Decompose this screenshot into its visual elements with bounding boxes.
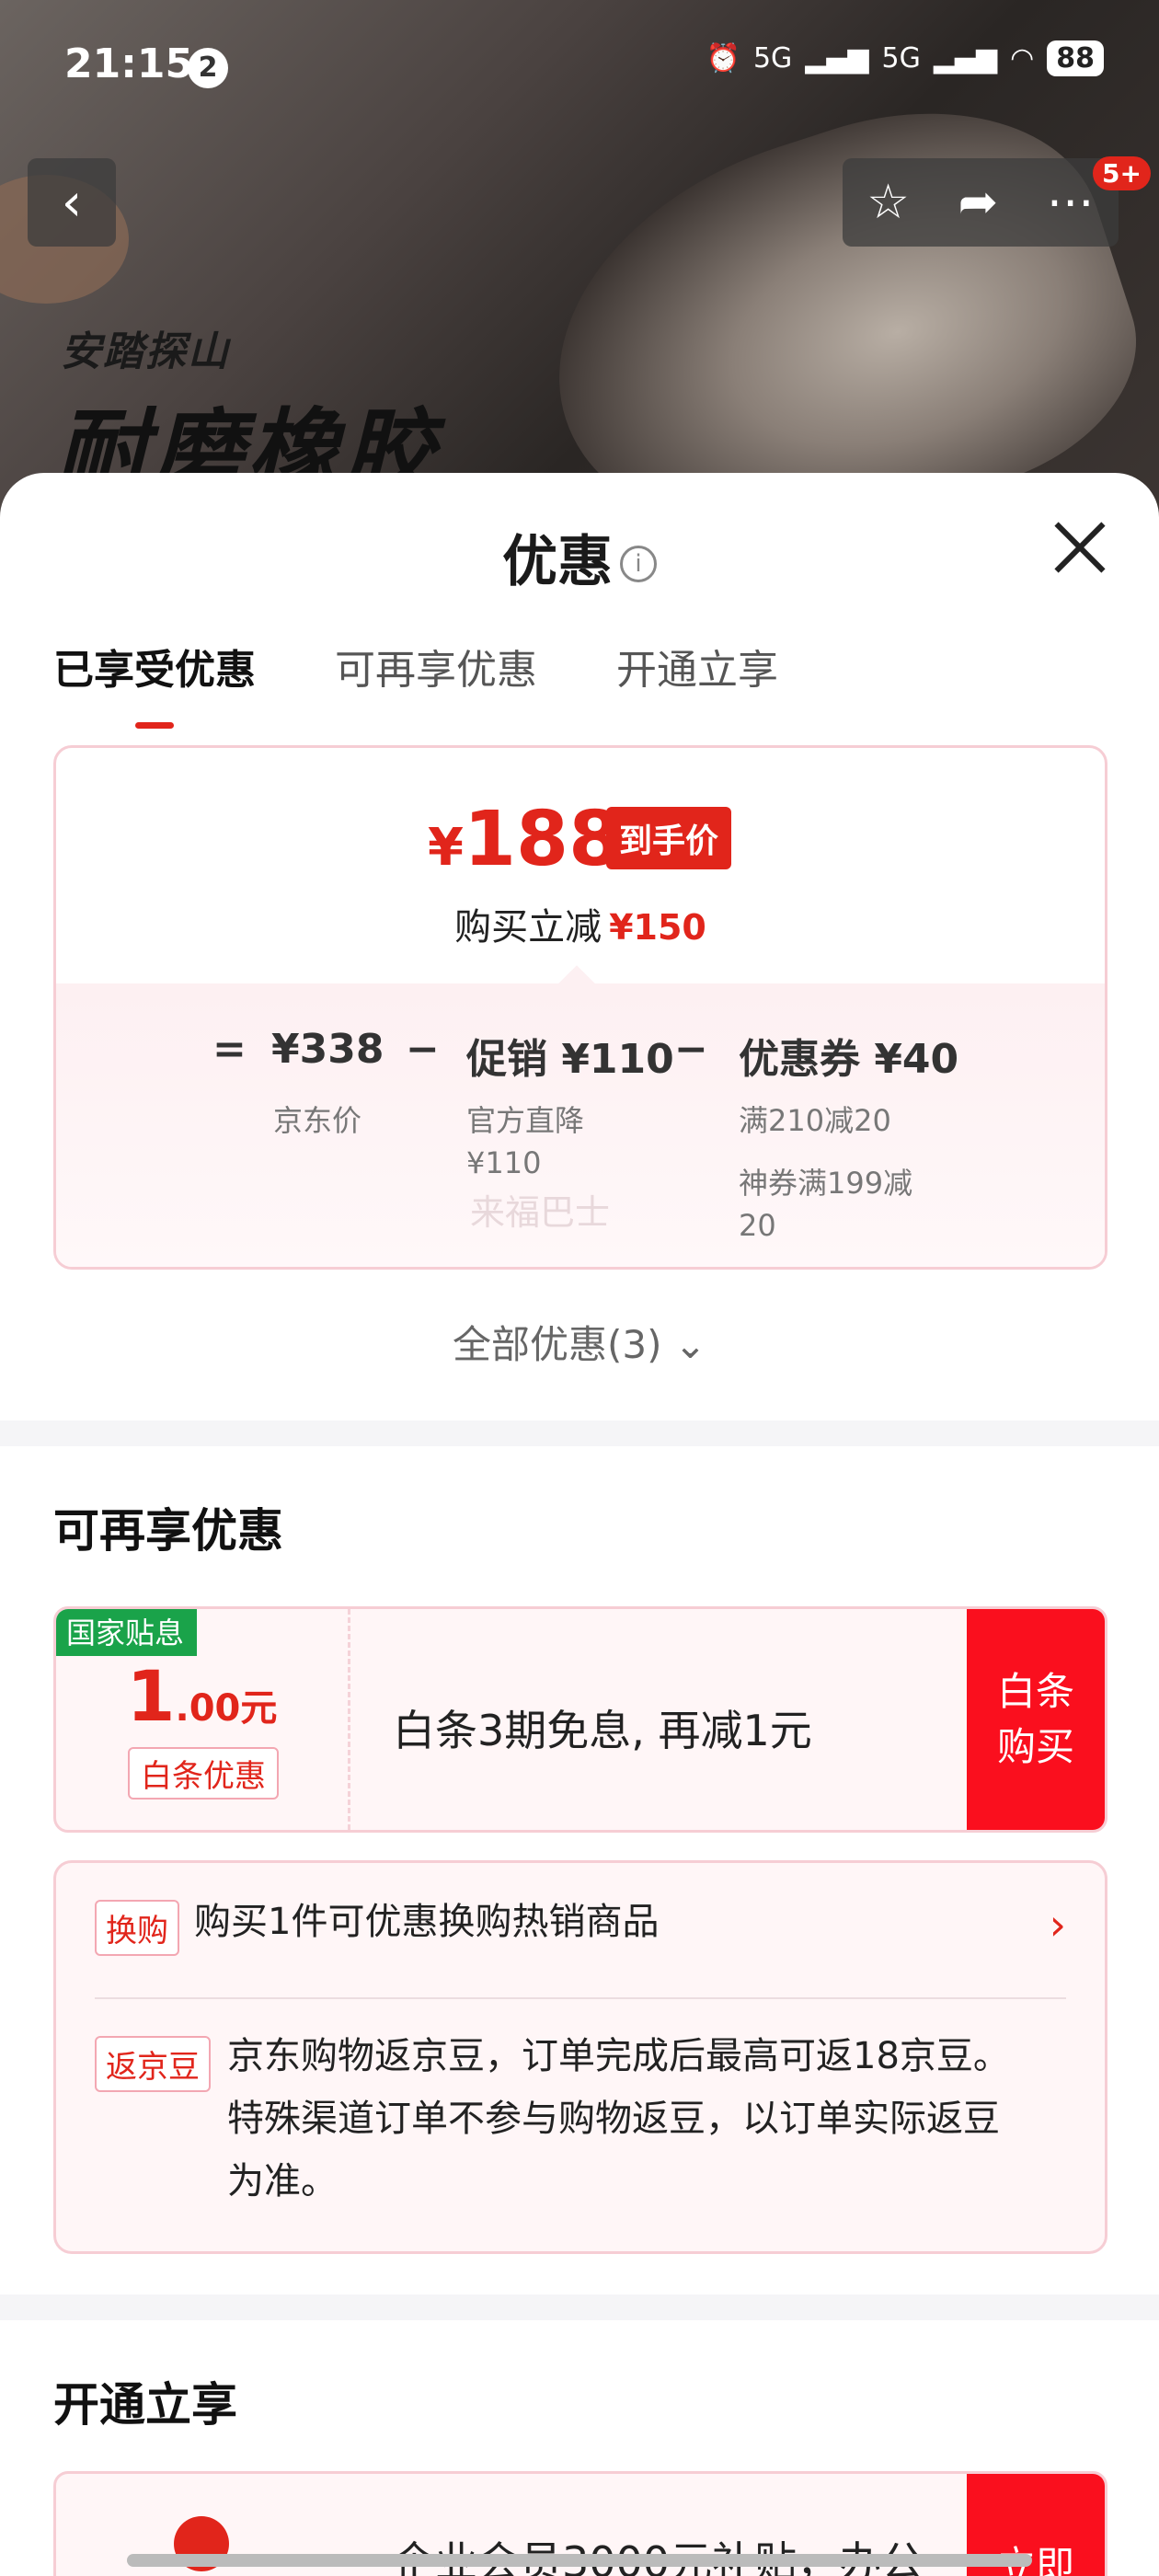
- coupon-amount-small: .00元: [175, 1687, 278, 1730]
- more-badge: 5+: [1093, 156, 1151, 190]
- sheet-title-text: 优惠: [502, 530, 613, 594]
- promo-value: 促销 ¥110: [466, 1036, 674, 1083]
- favorite-star-icon[interactable]: ☆: [866, 175, 910, 230]
- section-divider: [0, 1420, 1159, 1446]
- signal-5g-label-2: 5G: [881, 42, 921, 75]
- offers-sheet: 优惠 i 已享受优惠 可再享优惠 开通立享 ¥188 到手价 购买立减 ¥150 =…: [0, 473, 1159, 2576]
- member-description: 企业会员3000元补贴，办公: [393, 2529, 924, 2576]
- baitiao-offer-tag: 白条优惠: [128, 1747, 279, 1800]
- alarm-icon: ⏰: [706, 42, 740, 75]
- open-enjoy-section-title: 开通立享: [53, 2378, 237, 2432]
- baitiao-buy-button[interactable]: 白条 购买: [967, 1609, 1105, 1830]
- coupon-description: 白条3期免息, 再减1元: [393, 1706, 812, 1755]
- watermark-text: 来福巴士: [470, 1192, 611, 1233]
- jd-price-value: ¥338: [271, 1026, 384, 1073]
- offer-tabs: 已享受优惠 可再享优惠 开通立享: [53, 637, 778, 729]
- jd-bean-tag: 返京豆: [95, 2036, 211, 2092]
- formula-minus-1: −: [406, 1026, 440, 1073]
- close-button[interactable]: [1050, 519, 1107, 576]
- status-time: 21:15: [64, 40, 194, 87]
- cta-line-2: 购买: [996, 1724, 1074, 1769]
- jd-bean-text-line-3: 为准。: [227, 2160, 338, 2202]
- coupon-amount-big: 1: [126, 1655, 176, 1737]
- tab-open-enjoy[interactable]: 开通立享: [616, 637, 778, 696]
- swap-text[interactable]: 购买1件可优惠换购热销商品: [194, 1891, 659, 1953]
- extra-offers-card: 换购 购买1件可优惠换购热销商品 › 返京豆 京东购物返京豆，订单完成后最高可返…: [53, 1860, 1107, 2254]
- jd-bean-text: 京东购物返京豆，订单完成后最高可返18京豆。 特殊渠道订单不参与购物返豆，以订单…: [227, 2025, 1010, 2213]
- signal-5g-label-1: 5G: [752, 42, 793, 75]
- header-actions: ☆ ➦ ⋯: [843, 158, 1119, 247]
- signal-bars-icon: ▂▄▆: [933, 42, 998, 75]
- more-icon[interactable]: ⋯: [1047, 175, 1095, 230]
- formula-equals: =: [212, 1026, 247, 1073]
- jd-bean-text-line-2: 特殊渠道订单不参与购物返豆，以订单实际返豆: [227, 2098, 1000, 2140]
- coupon-label-1: 满210减20: [739, 1103, 891, 1138]
- battery-indicator: 88: [1047, 40, 1104, 76]
- all-offers-toggle[interactable]: 全部优惠(3) ⌄: [0, 1314, 1159, 1370]
- cta-line-1: 白条: [996, 1669, 1074, 1714]
- final-price-area: ¥188 到手价 购买立减 ¥150: [56, 748, 1105, 983]
- formula-minus-2: −: [674, 1026, 708, 1073]
- banner-brand-text: 安踏探山: [61, 328, 230, 375]
- share-icon[interactable]: ➦: [958, 175, 999, 230]
- info-icon[interactable]: i: [620, 546, 657, 582]
- reduce-line: 购买立减 ¥150: [56, 897, 1105, 950]
- jd-price-label: 京东价: [273, 1103, 362, 1138]
- notification-count-badge: 2: [188, 48, 228, 88]
- coupon-amount-area: 国家贴息 1.00元 白条优惠: [56, 1609, 350, 1830]
- extras-divider: [95, 1997, 1066, 1999]
- section-divider: [0, 2294, 1159, 2320]
- currency-symbol: ¥: [428, 818, 464, 878]
- chevron-down-icon: ⌄: [673, 1322, 707, 1367]
- tab-enjoyed[interactable]: 已享受优惠: [53, 637, 256, 729]
- back-button[interactable]: ‹: [28, 158, 116, 247]
- reduce-label: 购买立减: [454, 906, 602, 949]
- status-bar: 21:15 2 ⏰ 5G ▂▄▆ 5G ▂▄▆ ◠ 88: [0, 0, 1159, 138]
- price-breakdown-card: ¥188 到手价 购买立减 ¥150 = ¥338 − 促销 ¥110 − 优惠券…: [53, 745, 1107, 1270]
- status-icons: ⏰ 5G ▂▄▆ 5G ▂▄▆ ◠ 88: [706, 40, 1104, 76]
- home-indicator[interactable]: [127, 2554, 1032, 2567]
- wifi-icon: ◠: [1010, 42, 1035, 75]
- coupon-value: 优惠券 ¥40: [739, 1036, 959, 1083]
- coupon-amount: 1.00元: [56, 1655, 348, 1737]
- all-offers-label: 全部优惠(3): [452, 1322, 662, 1367]
- final-price-value: 188: [463, 796, 622, 883]
- sheet-title: 优惠 i: [0, 517, 1159, 597]
- swap-tag: 换购: [95, 1900, 179, 1956]
- chevron-left-icon: ‹: [61, 172, 83, 233]
- reenjoy-section-title: 可再享优惠: [53, 1504, 283, 1558]
- gov-subsidy-tag: 国家贴息: [56, 1609, 198, 1656]
- signal-bars-icon: ▂▄▆: [805, 42, 869, 75]
- final-price: ¥188: [428, 796, 621, 883]
- reduce-amount: ¥150: [609, 907, 706, 948]
- tab-reenjoy[interactable]: 可再享优惠: [335, 637, 537, 696]
- jd-bean-text-line-1: 京东购物返京豆，订单完成后最高可返18京豆。: [227, 2035, 1010, 2077]
- baitiao-coupon[interactable]: 国家贴息 1.00元 白条优惠 白条3期免息, 再减1元 白条 购买: [53, 1606, 1107, 1833]
- chevron-right-icon[interactable]: ›: [1050, 1900, 1066, 1949]
- coupon-label-2: 神券满199减 20: [739, 1166, 913, 1243]
- final-price-tag: 到手价: [606, 807, 732, 869]
- promo-label: 官方直降 ¥110: [466, 1103, 585, 1180]
